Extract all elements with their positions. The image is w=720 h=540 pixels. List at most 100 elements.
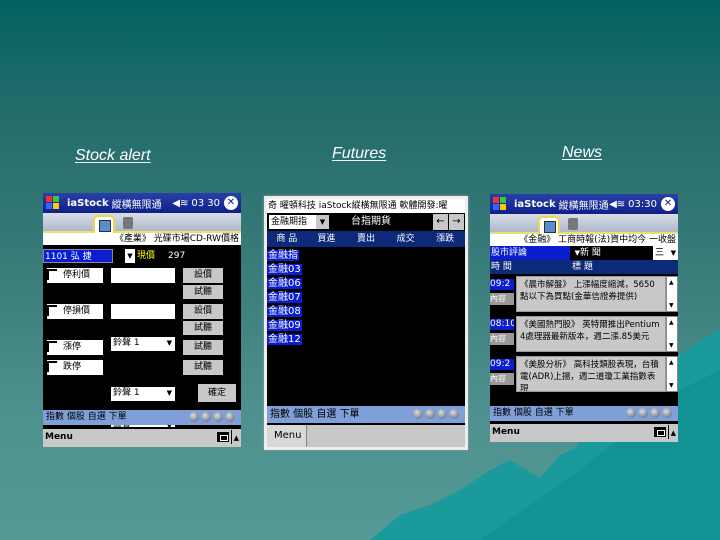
content-button[interactable]: 內容 [490, 373, 514, 385]
scroll-down-icon[interactable] [638, 408, 648, 418]
exit-icon[interactable] [449, 409, 459, 419]
scroll-down-icon[interactable] [201, 412, 211, 422]
column-header[interactable]: 買進 [307, 231, 347, 247]
keyboard-icon[interactable] [217, 432, 229, 442]
column-header-time[interactable]: 時 間 [491, 260, 512, 274]
news-type-select[interactable]: 新 聞 [580, 246, 601, 260]
news-extra-select[interactable]: 三 ▼ [653, 246, 678, 260]
menu-button[interactable]: Menu [492, 427, 520, 437]
scrollbar[interactable]: ▲ ▼ [666, 356, 678, 392]
column-header-title[interactable]: 標 題 [572, 260, 593, 274]
prev-arrow-icon[interactable]: ← [433, 214, 448, 230]
content-button[interactable]: 內容 [490, 293, 514, 305]
clock: 03 30 [191, 197, 220, 209]
news-time: 08:10 [490, 319, 514, 330]
menu-button[interactable]: Menu [267, 425, 307, 447]
scroll-down-icon[interactable] [425, 409, 435, 419]
futures-table-header: 商 品 買進 賣出 成交 漲跌 [267, 231, 465, 247]
command-bar-labels[interactable]: 指數 個股 自選 下單 [270, 409, 360, 420]
chevron-down-icon[interactable]: ▼ [125, 249, 135, 263]
list-item[interactable]: 08:10 內容 《美國熱門股》 英特爾推出Pentium 4處理器最新版本，週… [490, 316, 678, 354]
column-header[interactable]: 商 品 [267, 231, 307, 247]
test-sound-button[interactable]: 試聽 [183, 285, 223, 299]
news-table-header: 時 間 標 題 [490, 260, 678, 274]
stock-select[interactable]: 1101 弘 捷 [43, 249, 113, 263]
refresh-icon[interactable] [650, 408, 660, 418]
column-header[interactable]: 漲跌 [425, 231, 465, 247]
content-button[interactable]: 內容 [490, 333, 514, 345]
test-sound-button[interactable]: 試聽 [183, 321, 223, 335]
take-profit-sound-select[interactable]: 鈴聲 1 ▼ [111, 337, 175, 351]
scroll-up-icon[interactable] [626, 408, 636, 418]
exit-icon[interactable] [225, 412, 235, 422]
list-item[interactable]: 金融07 [267, 291, 465, 305]
ok-button[interactable]: 確定 [198, 384, 236, 402]
refresh-icon[interactable] [213, 412, 223, 422]
limit-up-checkbox[interactable]: 漲停 [47, 340, 103, 355]
next-arrow-icon[interactable]: → [449, 214, 464, 230]
stop-loss-checkbox[interactable]: 停損價 [47, 304, 103, 319]
scroll-up-icon[interactable]: ▲ [669, 319, 674, 326]
input-panel-arrow-icon[interactable]: ▲ [667, 425, 676, 439]
tab-quotes-icon[interactable] [538, 216, 560, 234]
select-value: 股市評論 [491, 248, 528, 258]
windows-start-icon[interactable] [46, 196, 61, 210]
tab-quotes-icon[interactable] [93, 215, 115, 233]
exit-icon[interactable] [662, 408, 672, 418]
set-take-profit-button[interactable]: 設價 [183, 268, 223, 283]
command-bar-labels[interactable]: 指數 個股 自選 下單 [493, 408, 574, 418]
column-header[interactable]: 賣出 [346, 231, 386, 247]
caption-news: News [562, 144, 603, 161]
futures-screen: 奇 曜頓科技 iaStock縱橫無限通 軟體開發:曜 金融期指 ▼ 台指期貨 ←… [264, 196, 468, 450]
news-headline[interactable]: 《美國熱門股》 英特爾推出Pentium 4處理器最新版本，週二漲.85美元 [516, 316, 666, 352]
scroll-down-icon[interactable]: ▼ [669, 302, 674, 309]
news-headline[interactable]: 《晨市解盤》 上漲幅度縮減，5650點以下為買點(金華信證券提供) [516, 276, 666, 312]
close-icon[interactable]: ✕ [224, 196, 238, 210]
windows-start-icon[interactable] [493, 197, 508, 211]
list-item[interactable]: 09:2 內容 《晨市解盤》 上漲幅度縮減，5650點以下為買點(金華信證券提供… [490, 276, 678, 314]
tab-strip [490, 214, 678, 234]
test-sound-button[interactable]: 試聽 [183, 360, 223, 375]
set-stop-loss-button[interactable]: 設價 [183, 304, 223, 319]
futures-category-select[interactable]: 金融期指 ▼ [268, 214, 330, 230]
stop-loss-input[interactable] [111, 304, 175, 319]
take-profit-label: 停利價 [63, 270, 91, 280]
scroll-down-icon[interactable]: ▼ [669, 342, 674, 349]
scroll-up-icon[interactable]: ▲ [669, 279, 674, 286]
list-item[interactable]: 金融08 [267, 305, 465, 319]
take-profit-checkbox[interactable]: 停利價 [47, 268, 103, 283]
news-headline[interactable]: 《美股分析》 高科技類股表現，台積電(ADR)上揚，週二道瓊工業指數表現 [516, 356, 666, 392]
speaker-icon[interactable]: ◀≋ [172, 198, 188, 209]
column-header[interactable]: 成交 [386, 231, 426, 247]
stop-loss-sound-select[interactable]: 鈴聲 1 ▼ [111, 387, 175, 401]
close-icon[interactable]: ✕ [661, 197, 675, 211]
list-item[interactable]: 金融指 [267, 249, 465, 263]
input-panel-arrow-icon[interactable]: ▲ [230, 430, 239, 444]
scrollbar[interactable]: ▲ ▼ [666, 276, 678, 312]
command-bar-labels[interactable]: 指數 個股 自選 下單 [46, 412, 127, 422]
scroll-down-icon[interactable]: ▼ [669, 382, 674, 389]
limit-down-checkbox[interactable]: 跌停 [47, 360, 103, 375]
refresh-icon[interactable] [437, 409, 447, 419]
scrollbar[interactable]: ▲ ▼ [666, 316, 678, 352]
list-item[interactable]: 金融03 [267, 263, 465, 277]
scroll-up-icon[interactable] [189, 412, 199, 422]
list-item[interactable]: 金融09 [267, 319, 465, 333]
list-item[interactable]: 金融06 [267, 277, 465, 291]
test-sound-button[interactable]: 試聽 [183, 340, 223, 355]
take-profit-input[interactable] [111, 268, 175, 283]
menu-button[interactable]: Menu [45, 432, 73, 442]
stop-loss-label: 停損價 [63, 306, 91, 316]
tab-phone-icon[interactable] [568, 218, 578, 230]
caption-futures: Futures [332, 145, 387, 162]
tab-phone-icon[interactable] [123, 217, 133, 229]
scroll-up-icon[interactable] [413, 409, 423, 419]
scroll-up-icon[interactable]: ▲ [669, 359, 674, 366]
news-category-select[interactable]: 股市評論 ▼ [490, 246, 580, 260]
speaker-icon[interactable]: ◀≋ [609, 199, 625, 210]
keyboard-icon[interactable] [654, 427, 666, 437]
futures-toolbar: 金融期指 ▼ 台指期貨 ← → [267, 213, 465, 231]
list-item[interactable]: 金融12 [267, 333, 465, 347]
app-name: iaStock [67, 197, 109, 209]
list-item[interactable]: 09:2 內容 《美股分析》 高科技類股表現，台積電(ADR)上揚，週二道瓊工業… [490, 356, 678, 394]
